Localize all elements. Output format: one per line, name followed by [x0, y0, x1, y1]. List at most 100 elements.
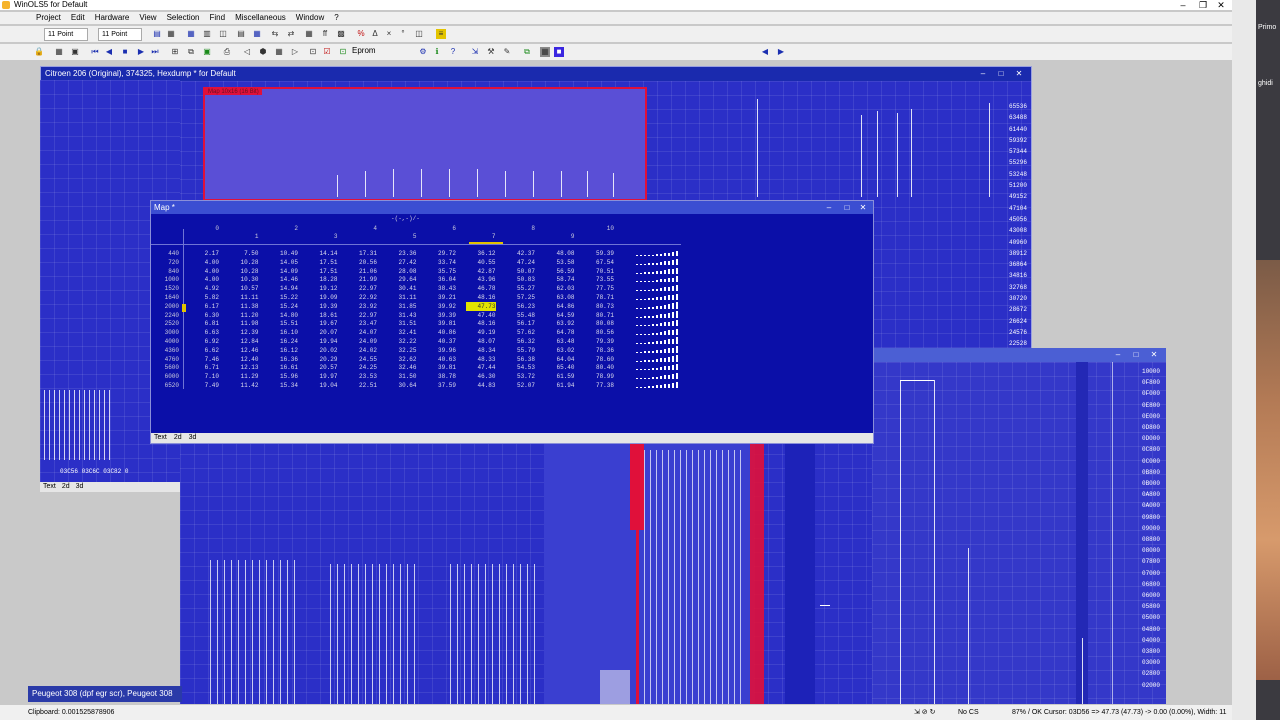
import-icon[interactable]: ⇲ — [470, 47, 480, 57]
last-icon[interactable]: ⏭ — [150, 47, 160, 57]
map-cell[interactable]: 24.09 — [347, 337, 377, 346]
project-tab-1[interactable]: Peugeot 308 (dpf egr scr) — [32, 689, 123, 698]
forward-icon[interactable]: ▷ — [290, 47, 300, 57]
scroll-left-icon[interactable]: ◀ — [760, 47, 770, 57]
map-cell[interactable]: 78.71 — [584, 293, 614, 302]
map-cell[interactable]: 12.39 — [229, 328, 258, 337]
map-cell[interactable]: 12.13 — [229, 363, 258, 372]
map-cell[interactable]: 48.07 — [466, 337, 495, 346]
map-cell[interactable]: 4.00 — [189, 275, 219, 284]
map-maximize-icon[interactable]: □ — [839, 201, 855, 214]
map-cell[interactable]: 11.20 — [229, 311, 258, 320]
map-cell[interactable]: 15.22 — [268, 293, 298, 302]
selected-map-region[interactable]: Map 10x16 (16 Bit) — [203, 87, 647, 201]
map-cell[interactable]: 7.46 — [189, 355, 219, 364]
map-cell[interactable]: 29.72 — [426, 249, 456, 258]
menu-view[interactable]: View — [139, 13, 156, 22]
map-cell[interactable]: 7.10 — [189, 372, 219, 381]
map-cell[interactable]: 18.61 — [308, 311, 337, 320]
map-cell[interactable]: 70.51 — [584, 267, 614, 276]
map-cell[interactable]: 31.11 — [387, 293, 416, 302]
map-cell[interactable]: 31.85 — [387, 302, 416, 311]
map-cell[interactable]: 55.48 — [505, 311, 535, 320]
map-cell[interactable]: 40.86 — [426, 328, 456, 337]
arrow-icon[interactable]: ⇆ — [270, 29, 280, 39]
map-cell[interactable]: 4.92 — [189, 284, 219, 293]
map-cell[interactable]: 15.96 — [268, 372, 298, 381]
tree-icon[interactable]: ⊞ — [170, 47, 180, 57]
map-cell[interactable]: 39.81 — [426, 319, 456, 328]
font-size-select-1[interactable]: 11 Point — [44, 28, 88, 41]
map-cell[interactable]: 53.58 — [545, 258, 574, 267]
map-cell[interactable]: 6.62 — [189, 346, 219, 355]
second-maximize-icon[interactable]: □ — [1128, 348, 1144, 362]
map-cell[interactable]: 19.12 — [308, 284, 337, 293]
grid2-icon[interactable]: ▦ — [274, 47, 284, 57]
map-cell[interactable]: 27.42 — [387, 258, 416, 267]
edit-icon[interactable]: ⊡ — [308, 47, 318, 57]
view-icon[interactable]: ◫ — [414, 29, 424, 39]
scroll-right-icon[interactable]: ▶ — [776, 47, 786, 57]
multiply-icon[interactable]: × — [384, 29, 394, 39]
map-cell[interactable]: 6.81 — [189, 319, 219, 328]
map-cell[interactable]: 16.10 — [268, 328, 298, 337]
next-icon[interactable]: ▶ — [136, 47, 146, 57]
map-cell[interactable]: 39.39 — [426, 311, 456, 320]
map-cell[interactable]: 47.24 — [505, 258, 535, 267]
map-cell[interactable]: 10.28 — [229, 258, 258, 267]
project-tab-2[interactable]: Peugeot 308 — [127, 689, 172, 698]
map-cell[interactable]: 48.16 — [466, 293, 495, 302]
chart-icon[interactable]: ▦ — [54, 47, 64, 57]
map-cell[interactable]: 56.17 — [505, 319, 535, 328]
map-cell[interactable]: 31.43 — [387, 311, 416, 320]
map-cell[interactable]: 39.21 — [426, 293, 456, 302]
map-cell[interactable]: 22.97 — [347, 284, 377, 293]
map-cell[interactable]: 35.75 — [426, 267, 456, 276]
menu-selection[interactable]: Selection — [167, 13, 200, 22]
map-cell[interactable]: 32.46 — [387, 363, 416, 372]
map-cell[interactable]: 64.04 — [545, 355, 574, 364]
map-cell[interactable]: 58.74 — [545, 275, 574, 284]
map-cell[interactable]: 20.29 — [308, 355, 337, 364]
hex-icon[interactable]: ◫ — [218, 29, 228, 39]
map-cell[interactable]: 73.55 — [584, 275, 614, 284]
map-cell[interactable]: 33.74 — [426, 258, 456, 267]
map-cell[interactable]: 40.63 — [426, 355, 456, 364]
second-close-icon[interactable]: ✕ — [1146, 348, 1162, 362]
map-cell[interactable]: 80.08 — [584, 319, 614, 328]
map-cell[interactable]: 47.44 — [466, 363, 495, 372]
map-cell[interactable]: 31.50 — [387, 372, 416, 381]
stop-icon[interactable]: ■ — [120, 47, 130, 57]
map-cell[interactable]: 16.12 — [268, 346, 298, 355]
map-tab-2d[interactable]: 2d — [174, 434, 182, 441]
map-cell[interactable]: 14.14 — [308, 249, 337, 258]
map-cell[interactable]: 4.00 — [189, 267, 219, 276]
maximize-icon[interactable]: ❐ — [1194, 0, 1212, 10]
map-cell[interactable]: 12.84 — [229, 337, 258, 346]
map-cell[interactable]: 30.64 — [387, 381, 416, 390]
map-close-icon[interactable]: ✕ — [855, 201, 871, 214]
map-cell[interactable]: 50.07 — [505, 267, 535, 276]
map-cell[interactable]: 6.92 — [189, 337, 219, 346]
font-size-select-2[interactable]: 11 Point — [98, 28, 142, 41]
back-icon[interactable]: ◁ — [242, 47, 252, 57]
map-cell[interactable]: 16.61 — [268, 363, 298, 372]
map-cell[interactable]: 55.27 — [505, 284, 535, 293]
menu-find[interactable]: Find — [210, 13, 226, 22]
menu-miscellaneous[interactable]: Miscellaneous — [235, 13, 286, 22]
map-cell[interactable]: 56.32 — [505, 337, 535, 346]
map-cell[interactable]: 12.40 — [229, 355, 258, 364]
compare-icon[interactable]: ⧉ — [522, 47, 532, 57]
map-tab-3d[interactable]: 3d — [189, 434, 197, 441]
map-cell[interactable]: 36.12 — [466, 249, 495, 258]
map-cell[interactable]: 63.08 — [545, 293, 574, 302]
map-cell[interactable]: 15.51 — [268, 319, 298, 328]
map-cell[interactable]: 63.48 — [545, 337, 574, 346]
map-cell[interactable]: 56.38 — [505, 355, 535, 364]
map-cell[interactable]: 19.09 — [308, 293, 337, 302]
map-cell[interactable]: 14.46 — [268, 275, 298, 284]
map-cell[interactable]: 39.81 — [426, 363, 456, 372]
map-cell[interactable]: 29.64 — [387, 275, 416, 284]
close-icon[interactable]: ✕ — [1212, 0, 1230, 10]
map-cell[interactable]: 37.59 — [426, 381, 456, 390]
